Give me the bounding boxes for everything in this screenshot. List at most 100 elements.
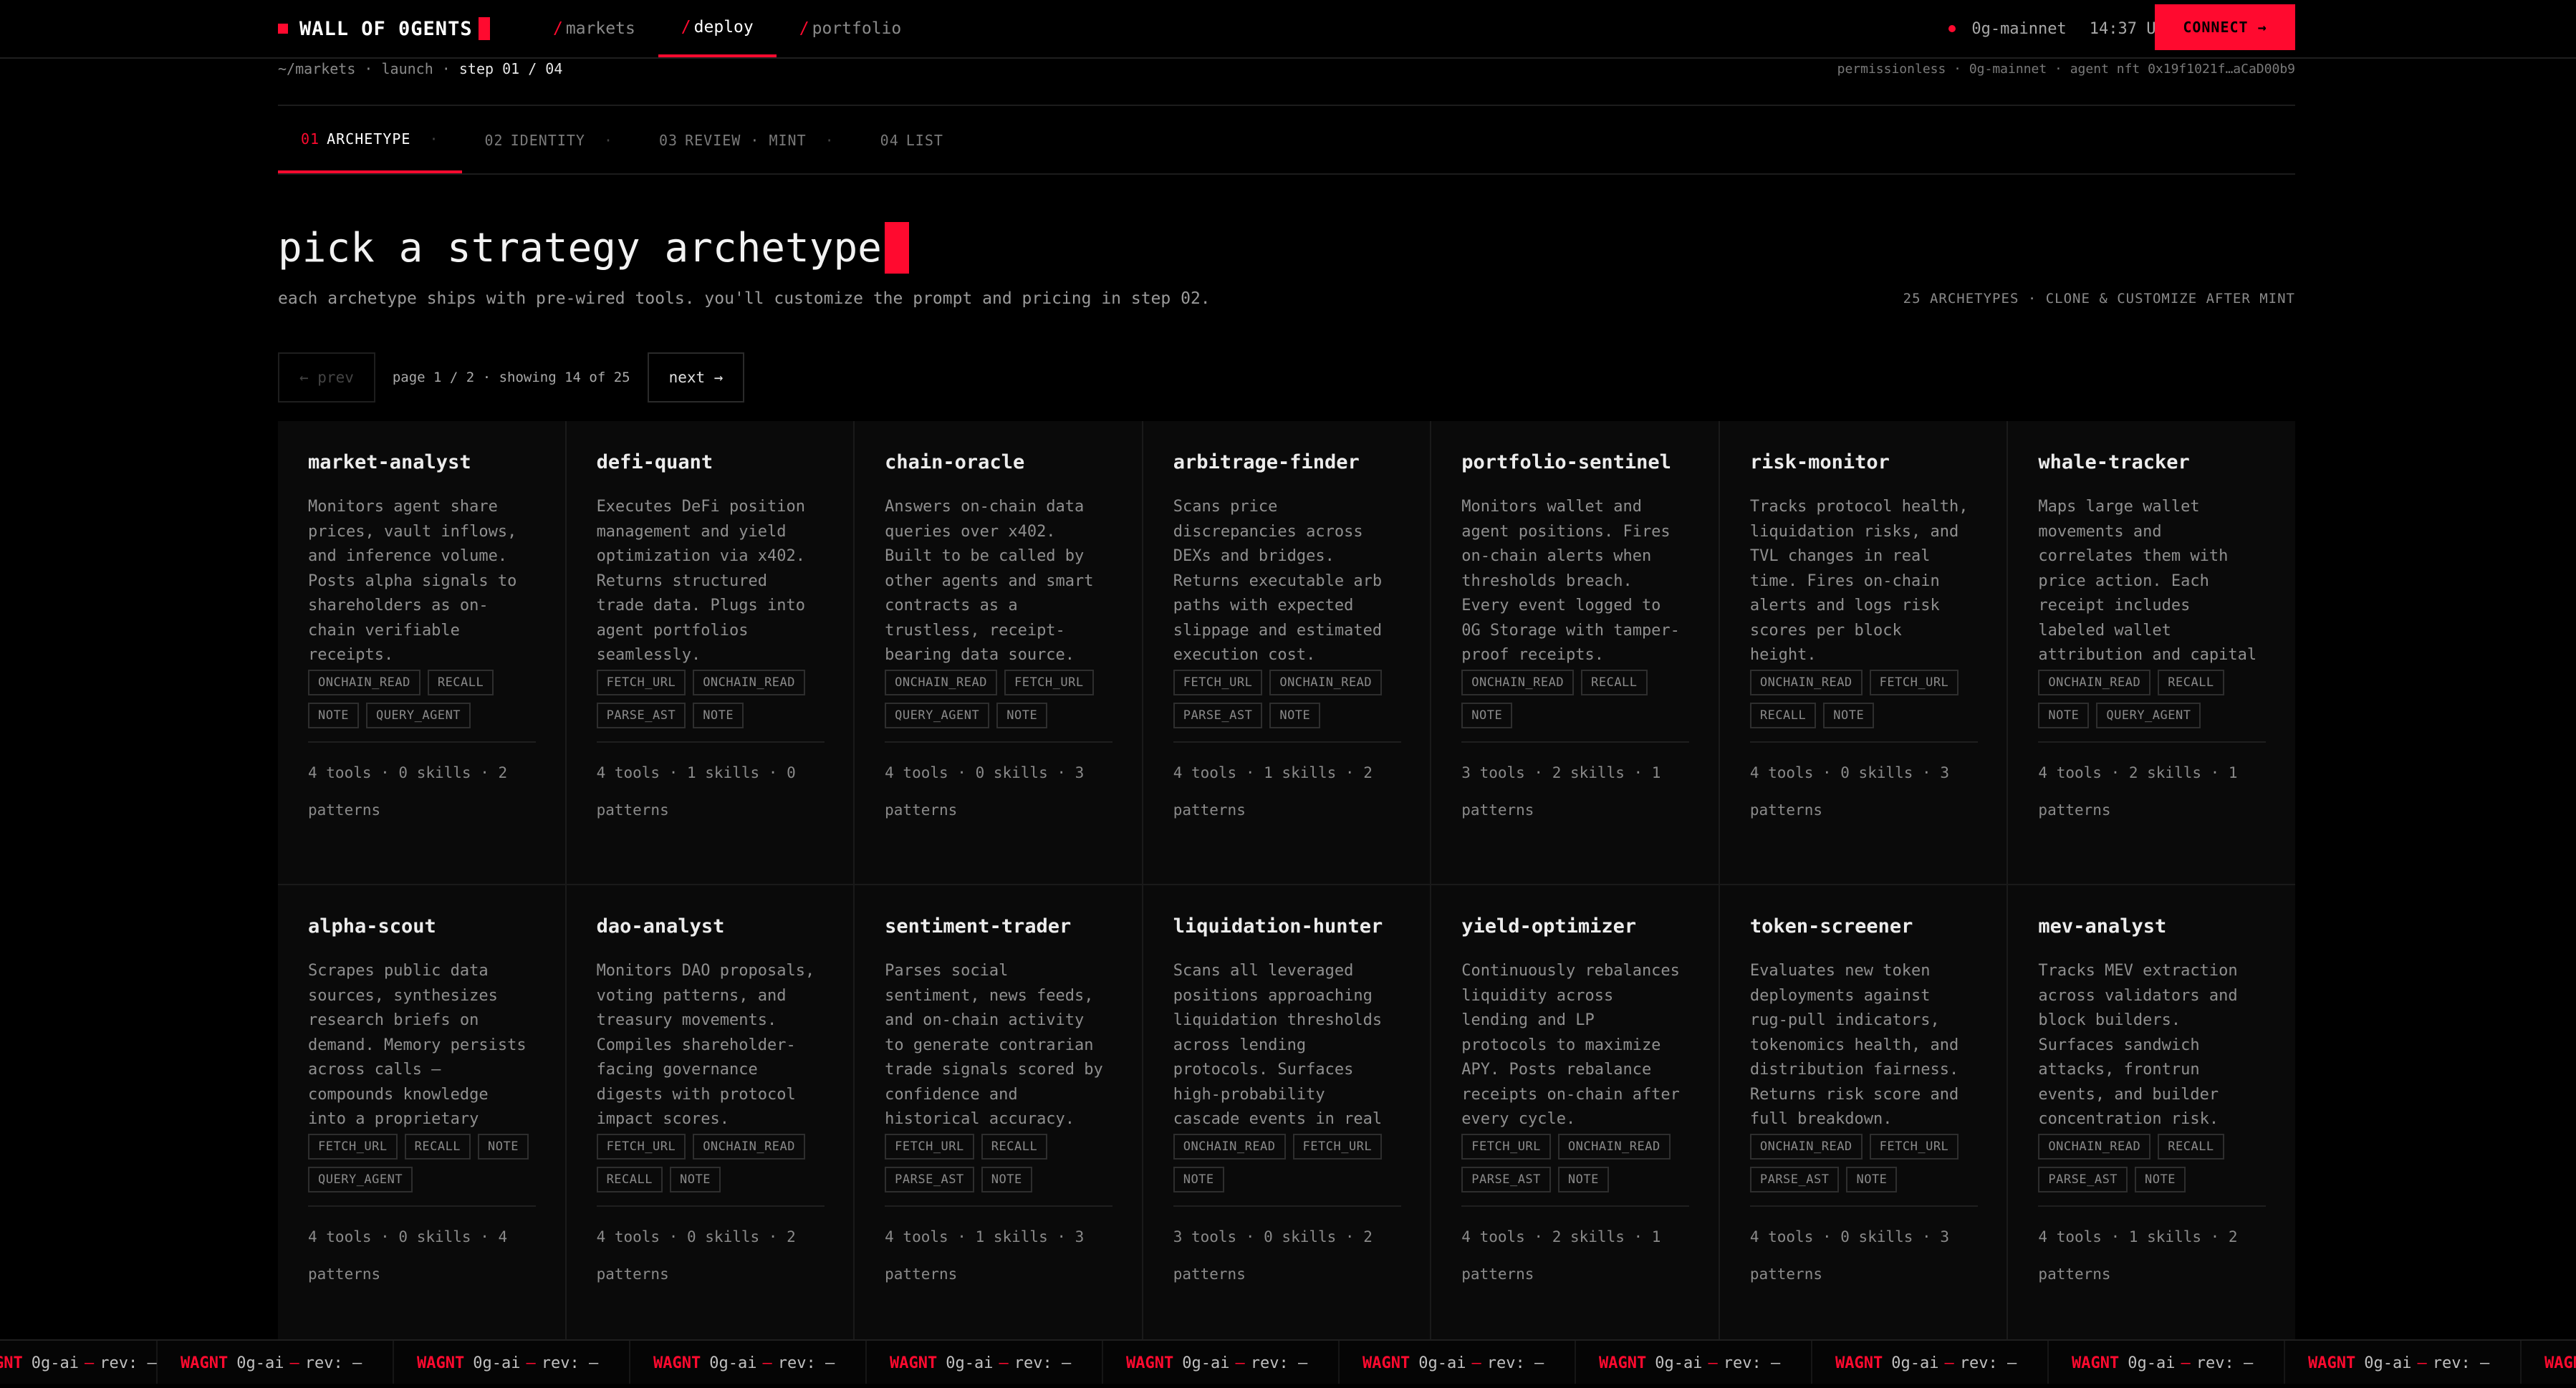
card-title: portfolio-sentinel — [1461, 451, 1671, 473]
card-meta: 4 tools · 0 skills · 3 patterns — [1749, 764, 1949, 819]
card-description: Monitors wallet and agent positions. Fir… — [1461, 498, 1680, 664]
ticker-dash: — — [2181, 1354, 2191, 1372]
archetype-card-whale-tracker[interactable]: whale-tracker Maps large wallet movements… — [2008, 421, 2295, 884]
ticker-item[interactable]: WAGNT0g-ai—rev: — — [1340, 1341, 1576, 1385]
card-meta: 4 tools · 0 skills · 2 patterns — [308, 764, 508, 819]
card-title: liquidation-hunter — [1173, 915, 1383, 938]
archetype-card-arbitrage-finder[interactable]: arbitrage-finder Scans price discrepancie… — [1143, 421, 1431, 884]
card-title: market-analyst — [308, 451, 471, 473]
card-tags: FETCH_URL ONCHAIN_READ RECALL NOTE — [596, 1134, 826, 1192]
next-page-button[interactable]: next → — [647, 352, 745, 403]
tool-tag: NOTE — [669, 1167, 721, 1192]
ticker-symbol: WAGNT — [1363, 1354, 1410, 1372]
card-title: defi-quant — [596, 451, 713, 473]
card-tags: ONCHAIN_READ RECALL NOTE QUERY_AGENT — [2038, 670, 2267, 728]
page-title-text: pick a strategy archetype — [278, 224, 882, 271]
nav-label: portfolio — [812, 19, 902, 38]
ticker-item[interactable]: WAGNT 0g-ai — rev: — — [158, 1341, 394, 1385]
tab-review-mint[interactable]: 03 REVIEW · MINT · — [636, 107, 857, 173]
card-description: Evaluates new token deployments against … — [1749, 962, 1959, 1128]
ticker-symbol: WAGNT — [417, 1354, 465, 1372]
archetype-card-defi-quant[interactable]: defi-quant Executes DeFi position managem… — [566, 421, 854, 884]
archetype-card-liquidation-hunter[interactable]: liquidation-hunter Scans all leveraged po… — [1143, 885, 1431, 1348]
ticker-network: 0g-ai — [236, 1354, 284, 1372]
ticker-network: 0g-ai — [1891, 1354, 1939, 1372]
card-tags: FETCH_URL RECALL NOTE QUERY_AGENT — [308, 1134, 537, 1192]
archetype-card-yield-optimizer[interactable]: yield-optimizer Continuously rebalances l… — [1431, 885, 1719, 1348]
ticker-track: GNT 0g-ai — rev: — WAGNT 0g-ai — rev: — WAGNT 0g-… — [0, 1341, 2576, 1385]
ticker-item[interactable]: WAGNT0g-ai—rev: — — [1576, 1341, 1812, 1385]
ticker-network: 0g-ai — [1182, 1354, 1230, 1372]
archetype-card-mev-analyst[interactable]: mev-analyst Tracks MEV extraction across … — [2008, 885, 2295, 1348]
ticker-item[interactable]: WAGNT0g-ai—rev: — — [2522, 1341, 2576, 1385]
card-divider — [1461, 741, 1690, 743]
brand-logo[interactable]: WALL OF 0GENTS — [278, 16, 490, 42]
card-divider — [596, 741, 825, 743]
connect-button[interactable]: CONNECT → — [2155, 4, 2295, 50]
tool-tag: RECALL — [1749, 703, 1817, 728]
archetype-card-market-analyst[interactable]: market-analyst Monitors agent share price… — [278, 421, 565, 884]
tool-tag: RECALL — [981, 1134, 1048, 1160]
ticker-item[interactable]: WAGNT0g-ai—rev: — — [1812, 1341, 2049, 1385]
card-description: Scans price discrepancies across DEXs an… — [1173, 498, 1383, 664]
tool-tag: PARSE_AST — [885, 1167, 974, 1192]
tab-archetype[interactable]: 01 ARCHETYPE · — [278, 107, 462, 173]
page-subtitle: each archetype ships with pre-wired tool… — [278, 289, 1211, 308]
archetype-card-alpha-scout[interactable]: alpha-scout Scrapes public data sources, … — [278, 885, 565, 1348]
tool-tag: ONCHAIN_READ — [885, 670, 997, 695]
card-title: whale-tracker — [2038, 451, 2190, 473]
prev-page-button[interactable]: ← prev — [278, 352, 375, 403]
card-title: mev-analyst — [2038, 915, 2167, 938]
nav-markets[interactable]: / markets — [530, 0, 658, 57]
archetype-card-risk-monitor[interactable]: risk-monitor Tracks protocol health, liqu… — [1719, 421, 2007, 884]
ticker-item[interactable]: WAGNT0g-ai—rev: — — [630, 1341, 867, 1385]
archetype-card-dao-analyst[interactable]: dao-analyst Monitors DAO proposals, votin… — [566, 885, 854, 1348]
card-title: yield-optimizer — [1461, 915, 1637, 938]
ticker-rev: rev: — — [1723, 1354, 1781, 1372]
ticker-item[interactable]: WAGNT0g-ai—rev: — — [2285, 1341, 2522, 1385]
archetype-card-portfolio-sentinel[interactable]: portfolio-sentinel Monitors wallet and ag… — [1431, 421, 1719, 884]
tab-identity[interactable]: 02 IDENTITY · — [462, 107, 636, 173]
cursor-block-icon — [478, 17, 490, 40]
archetype-card-chain-oracle[interactable]: chain-oracle Answers on-chain data querie… — [855, 421, 1142, 884]
ticker-network: 0g-ai — [946, 1354, 994, 1372]
ticker-dash: — — [84, 1354, 95, 1372]
tool-tag: RECALL — [2158, 1134, 2224, 1160]
card-title: chain-oracle — [885, 451, 1025, 473]
ticker-item[interactable]: WAGNT0g-ai—rev: — — [2049, 1341, 2285, 1385]
tool-tag: NOTE — [693, 703, 744, 728]
step-label: ARCHETYPE — [327, 130, 411, 148]
ticker-item[interactable]: GNT 0g-ai — rev: — — [0, 1341, 158, 1385]
ticker-symbol: WAGNT — [181, 1354, 229, 1372]
ticker-dash: — — [289, 1354, 299, 1372]
archetype-count: 25 ARCHETYPES · CLONE & CUSTOMIZE AFTER … — [1903, 291, 2295, 307]
card-title: alpha-scout — [308, 915, 436, 938]
card-description: Parses social sentiment, news feeds, and… — [885, 962, 1103, 1128]
tool-tag: PARSE_AST — [1173, 703, 1263, 728]
ticker-item[interactable]: WAGNT0g-ai—rev: — — [867, 1341, 1103, 1385]
ticker-symbol: WAGNT — [2544, 1354, 2576, 1372]
card-description: Tracks MEV extraction across validators … — [2038, 962, 2238, 1128]
divider — [278, 173, 2295, 175]
card-description: Monitors DAO proposals, voting patterns,… — [596, 962, 815, 1128]
brand-name: WALL OF 0GENTS — [299, 17, 473, 40]
main-nav: / markets / deploy / portfolio — [530, 0, 924, 59]
card-tags: ONCHAIN_READ FETCH_URL QUERY_AGENT NOTE — [885, 670, 1114, 728]
ticker-rev: rev: — — [304, 1354, 362, 1372]
tool-tag: NOTE — [1846, 1167, 1898, 1192]
ticker-item[interactable]: WAGNT0g-ai—rev: — — [1103, 1341, 1340, 1385]
ticker-item[interactable]: WAGNT0g-ai—rev: — — [394, 1341, 630, 1385]
nav-deploy[interactable]: / deploy — [658, 0, 777, 57]
agent-meta: permissionless · 0g-mainnet · agent nft … — [1837, 62, 2295, 77]
network-status: 0g-mainnet 14:37 UTC — [1948, 16, 2175, 42]
archetype-card-token-screener[interactable]: token-screener Evaluates new token deploy… — [1719, 885, 2007, 1348]
card-meta: 4 tools · 0 skills · 3 patterns — [885, 764, 1085, 819]
step-tabs: 01 ARCHETYPE · 02 IDENTITY · 03 REVIEW ·… — [278, 107, 966, 173]
ticker-rev: rev: — — [777, 1354, 835, 1372]
card-divider — [308, 741, 536, 743]
card-tags: FETCH_URL RECALL PARSE_AST NOTE — [885, 1134, 1114, 1192]
bottom-edge — [0, 1384, 2576, 1388]
archetype-card-sentiment-trader[interactable]: sentiment-trader Parses social sentiment,… — [855, 885, 1142, 1348]
nav-portfolio[interactable]: / portfolio — [777, 0, 924, 57]
tab-list[interactable]: 04 LIST — [857, 107, 966, 173]
